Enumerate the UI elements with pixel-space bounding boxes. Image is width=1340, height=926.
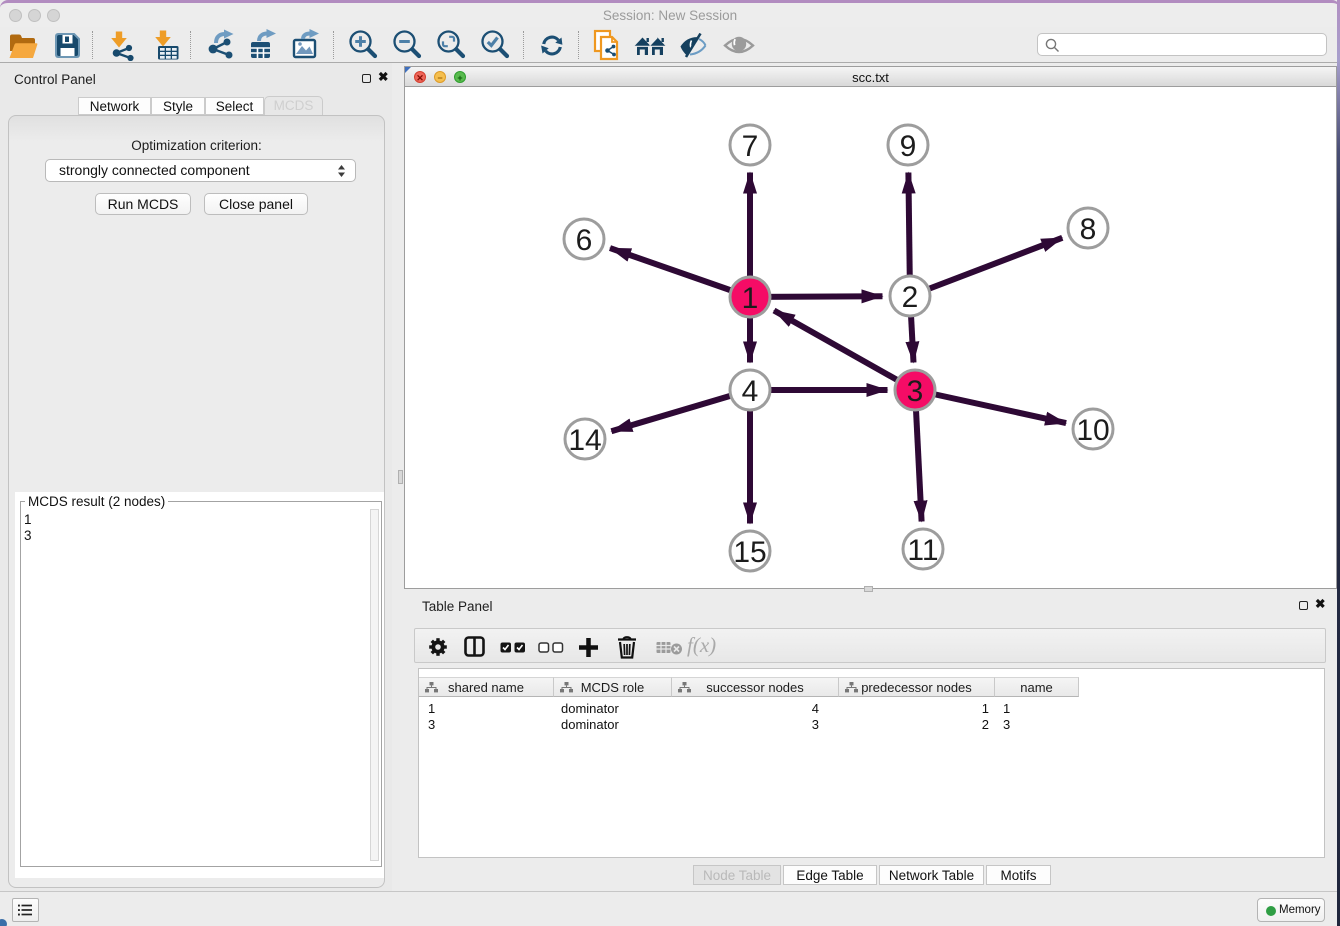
svg-text:6: 6 xyxy=(576,224,593,257)
svg-text:10: 10 xyxy=(1076,414,1109,447)
svg-text:15: 15 xyxy=(733,536,766,569)
svg-text:1: 1 xyxy=(742,282,759,315)
svg-text:14: 14 xyxy=(568,424,601,457)
svg-text:8: 8 xyxy=(1080,213,1097,246)
svg-text:7: 7 xyxy=(742,130,759,163)
svg-text:11: 11 xyxy=(907,534,938,567)
svg-text:9: 9 xyxy=(900,130,917,163)
svg-text:4: 4 xyxy=(742,375,759,408)
svg-text:2: 2 xyxy=(902,281,919,314)
svg-text:3: 3 xyxy=(907,375,924,408)
